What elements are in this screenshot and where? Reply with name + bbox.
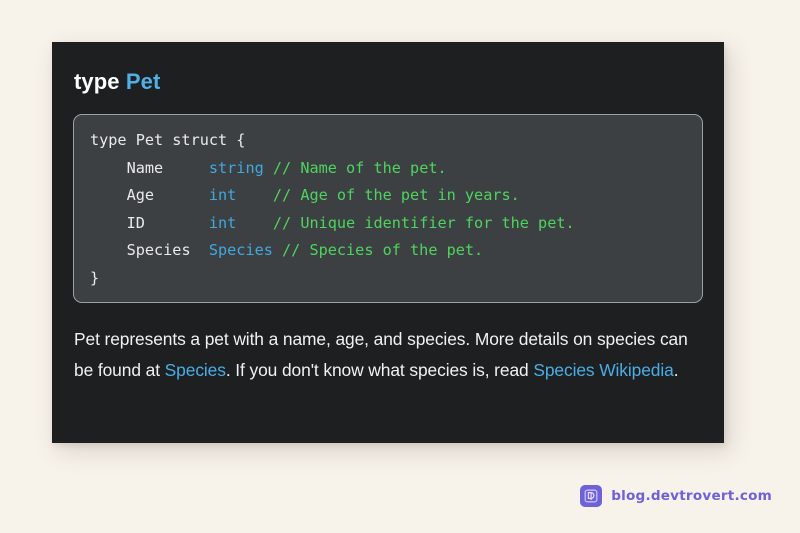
link-species-wikipedia[interactable]: Species Wikipedia xyxy=(533,360,673,380)
watermark-label: blog.devtrovert.com xyxy=(611,488,772,504)
code-field-id: ID xyxy=(126,213,209,232)
code-type-int-id: int xyxy=(208,213,273,232)
page-title: type Pet xyxy=(73,68,703,96)
code-comment-age: // Age of the pet in years. xyxy=(272,186,520,204)
code-line-2-indent xyxy=(90,159,127,177)
title-type-name: Pet xyxy=(125,69,161,94)
site-watermark: blog.devtrovert.com xyxy=(580,485,772,507)
type-description: Pet represents a pet with a name, age, a… xyxy=(74,324,699,386)
article-card: type Pet type Pet struct { Name string /… xyxy=(52,42,724,443)
devtrovert-logo-icon xyxy=(580,485,603,507)
code-block: type Pet struct { Name string // Name of… xyxy=(73,114,703,303)
link-species[interactable]: Species xyxy=(165,360,226,380)
code-comment-species: // Species of the pet. xyxy=(282,241,484,259)
title-keyword: type xyxy=(74,69,120,94)
code-line-5-indent xyxy=(90,241,127,259)
code-line-1-struct-decl: type Pet struct { xyxy=(90,131,246,149)
code-comment-name: // Name of the pet. xyxy=(272,158,447,177)
code-field-name: Name xyxy=(126,158,209,177)
code-line-3-indent xyxy=(90,186,127,204)
code-field-age: Age xyxy=(126,186,209,204)
code-type-int-age: int xyxy=(208,186,273,204)
code-content: type Pet struct { Name string // Name of… xyxy=(90,127,686,292)
description-text-part-2: . If you don't know what species is, rea… xyxy=(225,360,534,380)
code-line-4-indent xyxy=(90,214,127,232)
code-type-string: string xyxy=(208,158,273,177)
code-line-6-close-brace: } xyxy=(90,268,100,287)
code-type-species: Species xyxy=(208,241,283,259)
code-comment-id: // Unique identifier for the pet. xyxy=(272,213,575,232)
description-text-part-3: . xyxy=(673,360,679,380)
code-field-species: Species xyxy=(126,241,209,259)
